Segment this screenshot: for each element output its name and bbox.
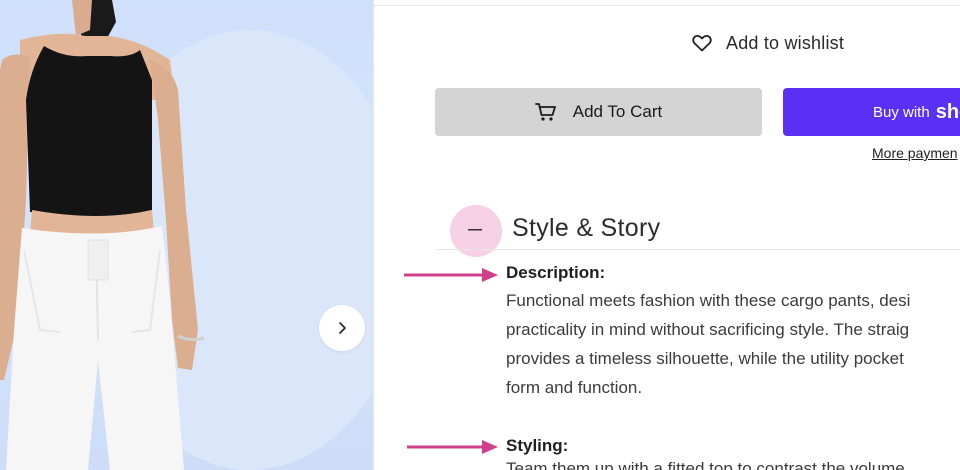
cart-icon [534, 103, 556, 121]
styling-text: Team them up with a fitted top to contra… [506, 459, 905, 470]
more-payment-options-link[interactable]: More paymen [872, 145, 958, 161]
description-line: form and function. [506, 378, 643, 397]
styling-heading: Styling: [506, 436, 569, 455]
minus-icon [468, 229, 482, 231]
add-to-cart-label: Add To Cart [572, 102, 663, 121]
description-text: Functional meets fashion with these carg… [506, 286, 960, 402]
buy-label: Buy with [873, 103, 930, 121]
add-to-cart-button[interactable]: Add To Cart [435, 88, 762, 136]
product-image[interactable] [0, 0, 373, 470]
description-line: Functional meets fashion with these carg… [506, 291, 911, 310]
accordion-divider [437, 249, 960, 250]
annotation-arrow-icon [404, 268, 498, 282]
shop-brand-logo: sho [935, 100, 960, 123]
panel-divider [373, 0, 374, 470]
buy-with-shop-button[interactable]: Buy with sho [783, 88, 960, 136]
gallery-next-button[interactable] [319, 305, 365, 351]
wishlist-label: Add to wishlist [726, 32, 845, 53]
description-heading: Description: [506, 263, 606, 282]
chevron-right-icon [339, 322, 346, 334]
accordion-toggle[interactable] [465, 220, 485, 240]
accordion-title[interactable]: Style & Story [512, 214, 660, 243]
annotation-arrow-icon [407, 440, 498, 454]
top-border [374, 5, 960, 6]
description-line: practicality in mind without sacrificing… [506, 320, 910, 339]
add-to-wishlist-button[interactable]: Add to wishlist [692, 30, 844, 56]
model-photo [0, 0, 373, 470]
description-line: provides a timeless silhouette, while th… [506, 349, 904, 368]
heart-icon [692, 34, 712, 52]
